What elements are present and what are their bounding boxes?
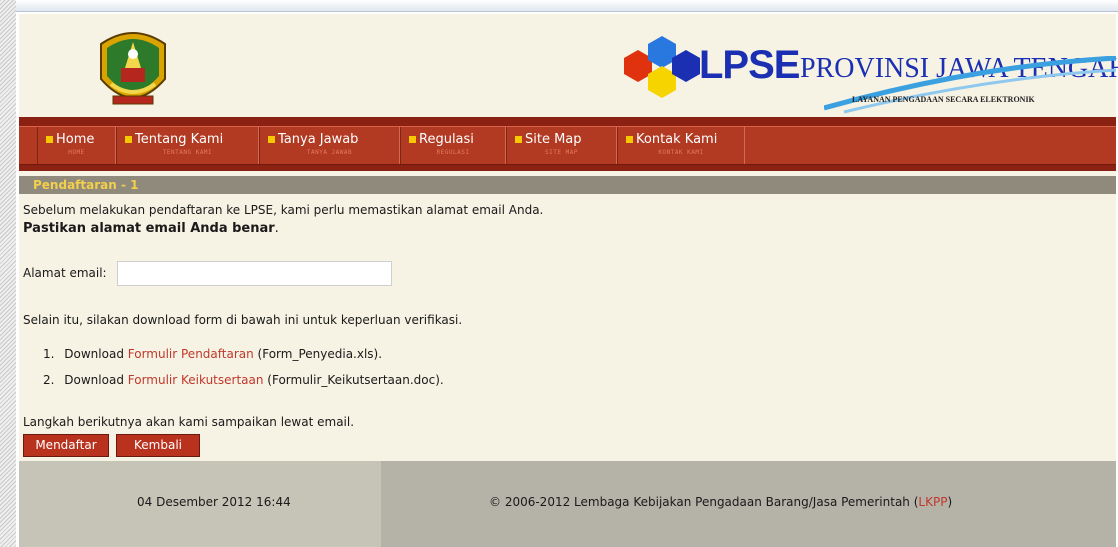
nav-item-home[interactable]: Home HOME	[37, 127, 116, 164]
nav-item-sublabel: REGULASI	[436, 149, 470, 156]
nav-item-label: Regulasi	[419, 132, 474, 147]
footer-date: 04 Desember 2012 16:44	[137, 495, 291, 509]
footer: 04 Desember 2012 16:44 © 2006-2012 Lemba…	[19, 461, 1116, 547]
intro-emphasis-end: .	[274, 221, 279, 236]
download-item-2: 2. Download Formulir Keikutsertaan (Form…	[43, 373, 444, 387]
nav-item-label: Home	[56, 132, 95, 147]
bullet-square-icon	[268, 136, 275, 143]
nav-item-label: Tentang Kami	[135, 132, 224, 147]
main-navigation: Home HOME Tentang Kami TENTANG KAMI Tany…	[19, 117, 1116, 171]
register-button[interactable]: Mendaftar	[23, 434, 109, 457]
intro-emphasis-text: Pastikan alamat email Anda benar	[23, 221, 275, 236]
nav-item-site-map[interactable]: Site Map SITE MAP	[506, 127, 617, 164]
next-step-text: Langkah berikutnya akan kami sampaikan l…	[23, 415, 355, 429]
footer-copyright: © 2006-2012 Lembaga Kebijakan Pengadaan …	[489, 495, 952, 509]
left-border-pattern	[0, 0, 16, 547]
nav-item-label: Kontak Kami	[636, 132, 718, 147]
nav-item-sublabel: TENTANG KAMI	[162, 149, 213, 156]
download-suffix: (Formulir_Keikutsertaan.doc).	[263, 373, 444, 387]
nav-item-tanya-jawab[interactable]: Tanya Jawab TANYA JAWAB	[259, 127, 400, 164]
province-coat-of-arms-icon	[100, 32, 166, 105]
nav-item-label: Site Map	[525, 132, 582, 147]
header: LPSE PROVINSI JAWA TENGAH LAYANAN PENGAD…	[19, 14, 1118, 117]
email-label: Alamat email:	[23, 266, 107, 280]
nav-item-tentang-kami[interactable]: Tentang Kami TENTANG KAMI	[116, 127, 259, 164]
download-prefix: Download	[64, 347, 128, 361]
download-prefix: Download	[64, 373, 128, 387]
list-number: 2.	[43, 373, 55, 387]
email-field[interactable]	[117, 261, 392, 286]
form-pendaftaran-link[interactable]: Formulir Pendaftaran	[128, 347, 254, 361]
section-title: Pendaftaran - 1	[19, 176, 1116, 194]
form-keikutsertaan-link[interactable]: Formulir Keikutsertaan	[128, 373, 264, 387]
brand-tagline: LAYANAN PENGADAAN SECARA ELEKTRONIK	[852, 95, 1035, 104]
download-intro: Selain itu, silakan download form di baw…	[23, 313, 463, 327]
lpse-logo-icon	[624, 36, 700, 98]
browser-top-strip	[16, 0, 1118, 12]
brand-name: LPSE	[699, 43, 800, 87]
nav-item-label: Tanya Jawab	[278, 132, 359, 147]
back-button[interactable]: Kembali	[116, 434, 200, 457]
intro-emphasis: Pastikan alamat email Anda benar.	[23, 221, 279, 236]
download-item-1: 1. Download Formulir Pendaftaran (Form_P…	[43, 347, 382, 361]
page-container: LPSE PROVINSI JAWA TENGAH LAYANAN PENGAD…	[19, 14, 1118, 547]
nav-item-sublabel: HOME	[68, 149, 85, 156]
nav-bar-inner: Home HOME Tentang Kami TENTANG KAMI Tany…	[19, 126, 1116, 165]
nav-item-sublabel: SITE MAP	[545, 149, 578, 156]
download-suffix: (Form_Penyedia.xls).	[253, 347, 383, 361]
nav-item-sublabel: KONTAK KAMI	[658, 149, 704, 156]
copyright-text: © 2006-2012 Lembaga Kebijakan Pengadaan …	[489, 495, 919, 509]
brand-swoosh-icon	[824, 56, 1116, 114]
nav-item-regulasi[interactable]: Regulasi REGULASI	[400, 127, 506, 164]
bullet-square-icon	[125, 136, 132, 143]
lpse-brand: LPSE PROVINSI JAWA TENGAH LAYANAN PENGAD…	[604, 36, 1118, 116]
bullet-square-icon	[409, 136, 416, 143]
intro-text: Sebelum melakukan pendaftaran ke LPSE, k…	[23, 203, 544, 217]
list-number: 1.	[43, 347, 55, 361]
nav-item-kontak-kami[interactable]: Kontak Kami KONTAK KAMI	[617, 127, 745, 164]
bullet-square-icon	[626, 136, 633, 143]
copyright-close: )	[947, 495, 953, 509]
lkpp-link[interactable]: LKPP	[918, 495, 947, 509]
nav-item-sublabel: TANYA JAWAB	[306, 149, 353, 156]
bullet-square-icon	[46, 136, 53, 143]
bullet-square-icon	[515, 136, 522, 143]
